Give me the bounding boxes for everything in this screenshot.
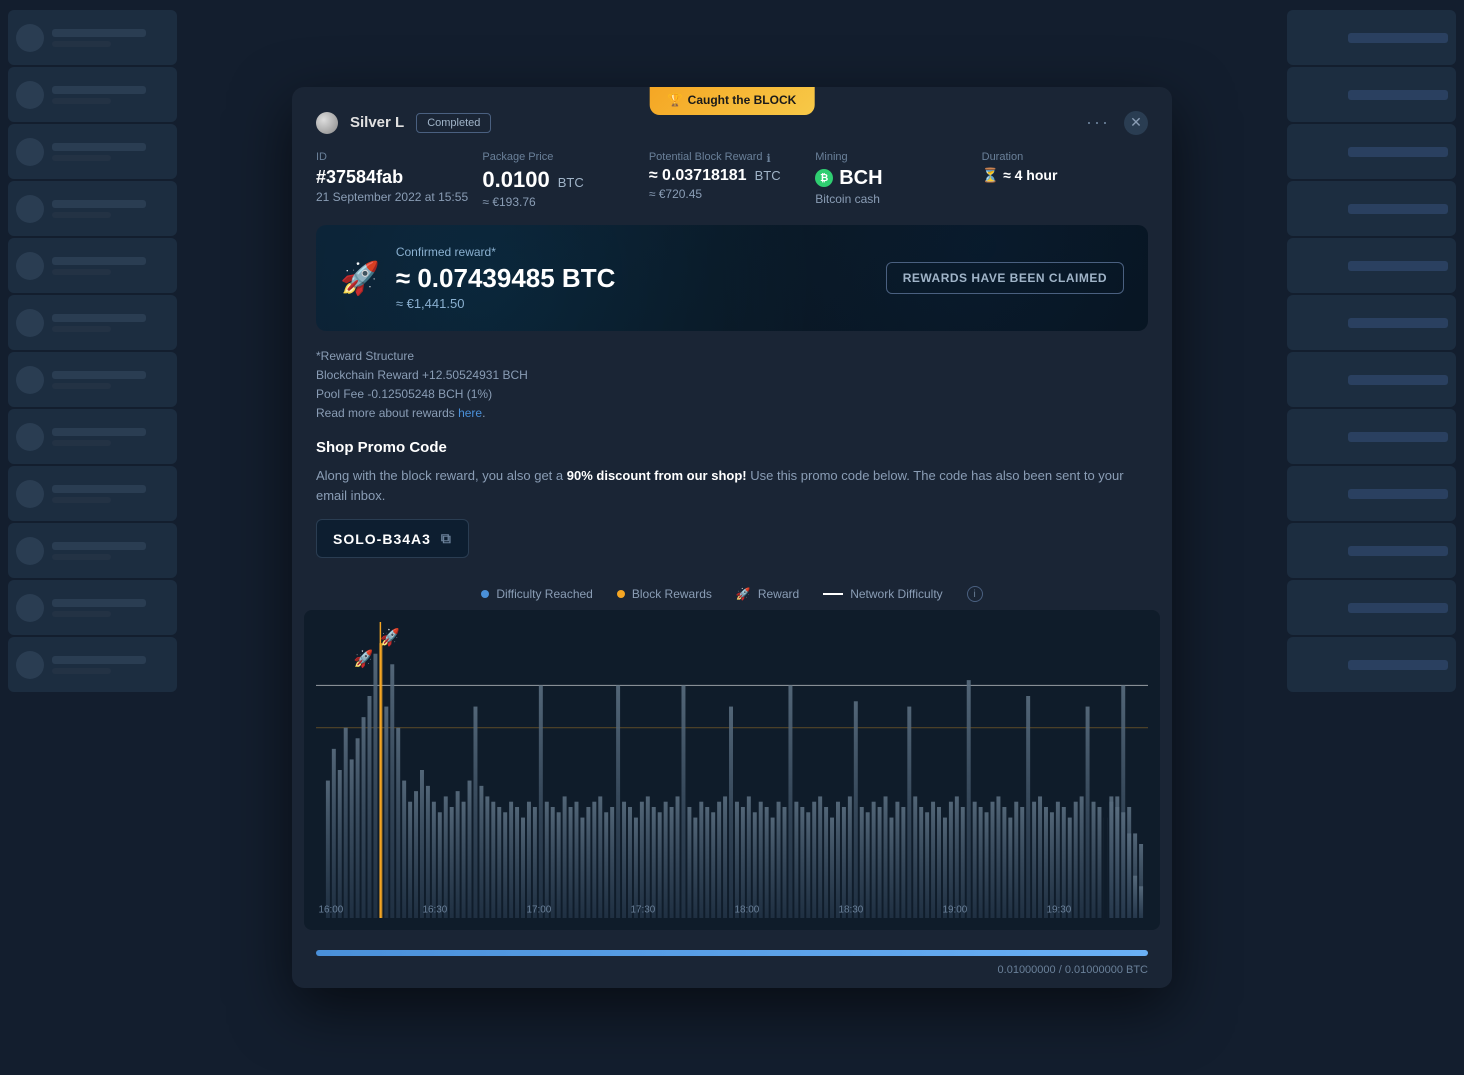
silver-circle-icon	[316, 112, 338, 134]
mining-row: ₿ BCH	[815, 167, 981, 190]
potential-reward-eur: ≈ €720.45	[649, 187, 815, 201]
progress-text: 0.01000000 / 0.01000000 BTC	[316, 964, 1148, 976]
reward-structure-title: *Reward Structure	[316, 347, 1148, 366]
package-price-value: 0.0100	[482, 167, 549, 193]
duration-label: Duration	[982, 151, 1148, 163]
reward-rocket-icon: 🚀	[736, 587, 751, 601]
reward-eur: ≈ €1,441.50	[396, 296, 616, 311]
caught-block-banner: 🏆 Caught the BLOCK	[650, 87, 815, 115]
svg-text:19:30: 19:30	[1046, 905, 1071, 916]
claimed-button[interactable]: REWARDS HAVE BEEN CLAIMED	[886, 262, 1124, 294]
info-grid: ID #37584fab 21 September 2022 at 15:55 …	[292, 135, 1172, 209]
svg-text:17:30: 17:30	[630, 905, 655, 916]
svg-text:17:00: 17:00	[526, 905, 551, 916]
potential-reward-label: Potential Block Reward	[649, 151, 763, 163]
id-value: #37584fab	[316, 167, 482, 188]
legend-reward-label: Reward	[758, 587, 799, 601]
mining-column: Mining ₿ BCH Bitcoin cash	[815, 151, 981, 209]
promo-code-box: SOLO-B34A3 ⧉	[316, 519, 469, 558]
potential-reward-value: ≈ 0.03718181	[649, 167, 747, 185]
mining-currency: BCH	[839, 167, 882, 190]
progress-bar-outer	[316, 950, 1148, 956]
promo-code-value: SOLO-B34A3	[333, 531, 431, 547]
bch-icon: ₿	[815, 169, 833, 187]
background-list-right	[1279, 0, 1464, 1075]
legend-network-difficulty: Network Difficulty	[823, 587, 942, 601]
promo-title: Shop Promo Code	[316, 439, 1148, 456]
legend-reward: 🚀 Reward	[736, 587, 799, 601]
chart-rocket-2: 🚀	[380, 628, 400, 648]
hourglass-icon: ⏳	[982, 167, 999, 184]
banner-icon: 🏆	[668, 93, 683, 107]
chart-container: 🚀 🚀 16:00 16:30 17:00 17:30 18:00 18:30 …	[304, 610, 1160, 930]
difficulty-reached-dot	[481, 590, 489, 598]
close-button[interactable]: ✕	[1124, 111, 1148, 135]
blockchain-reward-line: Blockchain Reward +12.50524931 BCH	[316, 366, 1148, 385]
copy-icon[interactable]: ⧉	[441, 530, 452, 547]
duration-value: ≈ 4 hour	[1003, 167, 1057, 183]
package-price-eur: ≈ €193.76	[482, 195, 648, 209]
read-more-link[interactable]: here	[458, 406, 482, 420]
confirmed-label: Confirmed reward*	[396, 245, 616, 259]
tier-label: Silver L	[350, 114, 404, 131]
reward-amount: ≈ 0.07439485 BTC	[396, 263, 616, 294]
block-rewards-dot	[617, 590, 625, 598]
pool-fee-line: Pool Fee -0.12505248 BCH (1%)	[316, 385, 1148, 404]
background-list-left	[0, 0, 185, 1075]
svg-text:16:00: 16:00	[318, 905, 343, 916]
progress-section: 0.01000000 / 0.01000000 BTC	[292, 942, 1172, 988]
svg-text:18:00: 18:00	[734, 905, 759, 916]
package-price-label: Package Price	[482, 151, 648, 163]
status-badge: Completed	[416, 113, 491, 133]
promo-desc-pre: Along with the block reward, you also ge…	[316, 468, 567, 483]
legend-block-rewards-label: Block Rewards	[632, 587, 712, 601]
id-label: ID	[316, 151, 482, 163]
reward-structure-section: *Reward Structure Blockchain Reward +12.…	[292, 347, 1172, 440]
rocket-icon: 🚀	[340, 259, 380, 297]
package-price-column: Package Price 0.0100 BTC ≈ €193.76	[482, 151, 648, 209]
svg-text:18:30: 18:30	[838, 905, 863, 916]
read-more-line: Read more about rewards here.	[316, 404, 1148, 423]
svg-text:19:00: 19:00	[942, 905, 967, 916]
chart-info-icon[interactable]: i	[967, 586, 983, 602]
read-more-post: .	[482, 406, 485, 420]
modal: 🏆 Caught the BLOCK Silver L Completed ··…	[292, 87, 1172, 989]
reward-left: 🚀 Confirmed reward* ≈ 0.07439485 BTC ≈ €…	[340, 245, 615, 311]
banner-text: Caught the BLOCK	[688, 93, 797, 107]
potential-reward-column: Potential Block Reward ℹ ≈ 0.03718181 BT…	[649, 151, 815, 209]
mining-label: Mining	[815, 151, 981, 163]
legend-difficulty-reached-label: Difficulty Reached	[496, 587, 593, 601]
potential-reward-currency: BTC	[755, 168, 781, 183]
legend-block-rewards: Block Rewards	[617, 587, 712, 601]
header-left: Silver L Completed	[316, 112, 491, 134]
promo-section: Shop Promo Code Along with the block rew…	[292, 439, 1172, 574]
more-options-button[interactable]: ···	[1086, 112, 1110, 133]
info-icon: ℹ	[767, 152, 771, 165]
id-column: ID #37584fab 21 September 2022 at 15:55	[316, 151, 482, 209]
duration-column: Duration ⏳ ≈ 4 hour	[982, 151, 1148, 209]
package-price-currency: BTC	[558, 175, 584, 190]
id-date: 21 September 2022 at 15:55	[316, 190, 482, 204]
mining-name: Bitcoin cash	[815, 192, 981, 206]
svg-text:16:30: 16:30	[422, 905, 447, 916]
progress-bar-inner	[316, 950, 1148, 956]
chart-svg: 🚀 🚀 16:00 16:30 17:00 17:30 18:00 18:30 …	[316, 622, 1148, 918]
read-more-pre: Read more about rewards	[316, 406, 458, 420]
legend-network-difficulty-label: Network Difficulty	[850, 587, 942, 601]
promo-desc-bold: 90% discount from our shop!	[567, 468, 747, 483]
promo-description: Along with the block reward, you also ge…	[316, 466, 1148, 505]
reward-banner: 🚀 Confirmed reward* ≈ 0.07439485 BTC ≈ €…	[316, 225, 1148, 331]
chart-rocket-1: 🚀	[354, 649, 374, 669]
header-actions: ··· ✕	[1086, 111, 1148, 135]
network-difficulty-line	[823, 593, 843, 595]
duration-row: ⏳ ≈ 4 hour	[982, 167, 1148, 184]
reward-text-block: Confirmed reward* ≈ 0.07439485 BTC ≈ €1,…	[396, 245, 616, 311]
chart-legend: Difficulty Reached Block Rewards 🚀 Rewar…	[292, 574, 1172, 610]
legend-difficulty-reached: Difficulty Reached	[481, 587, 593, 601]
